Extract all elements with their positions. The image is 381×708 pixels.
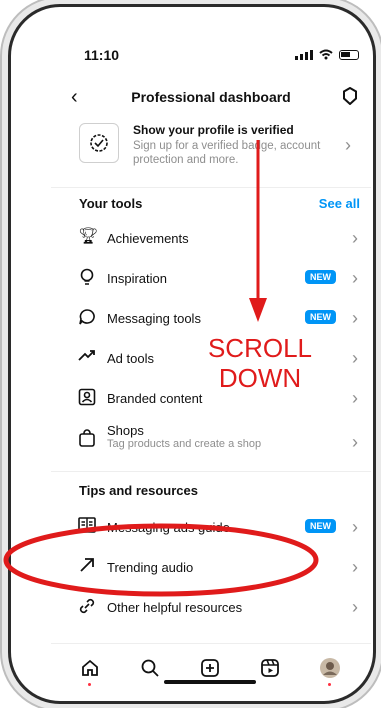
branded-content-icon — [78, 388, 96, 406]
link-icon — [78, 597, 96, 615]
row-label: Ad tools — [107, 351, 154, 366]
verify-subtitle: Sign up for a verified badge, account pr… — [133, 140, 321, 166]
tips-row-messaging-ads-guide[interactable]: Messaging ads guide NEW › — [51, 511, 371, 543]
row-label: Shops — [107, 423, 144, 438]
phone-frame: 11:10 ‹ Professional dashboard Show your… — [8, 4, 376, 704]
chevron-right-icon: › — [352, 268, 358, 288]
verify-profile-banner[interactable]: Show your profile is verified Sign up fo… — [51, 117, 371, 177]
row-label: Other helpful resources — [107, 600, 243, 615]
annotation-line2: DOWN — [218, 363, 302, 393]
chevron-right-icon: › — [352, 228, 358, 248]
gear-icon[interactable] — [341, 87, 359, 105]
chevron-right-icon: › — [352, 517, 358, 537]
status-bar: 11:10 — [51, 47, 371, 67]
tips-row-trending-audio[interactable]: Trending audio › — [51, 551, 371, 583]
home-indicator — [164, 680, 256, 684]
wifi-icon — [319, 49, 333, 60]
arrow-up-right-icon — [78, 557, 96, 575]
chevron-right-icon: › — [352, 597, 358, 617]
row-label: Achievements — [107, 231, 189, 246]
page-title: Professional dashboard — [131, 89, 291, 105]
new-badge: NEW — [305, 310, 336, 324]
search-icon[interactable] — [138, 656, 162, 680]
row-label: Trending audio — [107, 560, 194, 575]
chevron-right-icon: › — [352, 557, 358, 577]
trophy-icon: 🏆︎ — [78, 228, 99, 245]
tool-row-inspiration[interactable]: Inspiration NEW › — [51, 262, 371, 294]
chevron-right-icon: › — [352, 388, 358, 408]
chat-bubble-icon — [78, 308, 96, 326]
section-header-tips: Tips and resources — [79, 483, 198, 498]
status-icons — [295, 49, 359, 60]
tool-row-messaging-tools[interactable]: Messaging tools NEW › — [51, 302, 371, 334]
row-label: Messaging tools — [107, 311, 201, 326]
see-all-link[interactable]: See all — [319, 196, 360, 211]
reels-icon[interactable] — [258, 656, 282, 680]
header-bar: ‹ Professional dashboard — [51, 85, 371, 113]
scroll-down-annotation: SCROLL DOWN — [200, 333, 320, 393]
book-icon — [78, 517, 96, 535]
row-sublabel: Tag products and create a shop — [107, 438, 262, 450]
shopping-bag-icon — [78, 429, 96, 447]
section-header-tools: Your tools — [79, 196, 143, 211]
row-label: Inspiration — [107, 271, 167, 286]
new-badge: NEW — [305, 270, 336, 284]
bottom-tab-bar — [51, 643, 371, 693]
chevron-right-icon: › — [345, 135, 351, 155]
battery-icon — [339, 49, 359, 60]
tool-row-achievements[interactable]: 🏆︎ Achievements › — [51, 222, 371, 254]
annotation-line1: SCROLL — [207, 333, 313, 363]
row-label: Messaging ads guide — [107, 520, 230, 535]
verified-badge-icon — [79, 123, 119, 163]
profile-avatar[interactable] — [318, 656, 342, 686]
tips-row-other-resources[interactable]: Other helpful resources › — [51, 591, 371, 623]
new-badge: NEW — [305, 519, 336, 533]
row-label: Branded content — [107, 391, 203, 406]
signal-icon — [295, 49, 313, 60]
verify-title: Show your profile is verified — [133, 123, 294, 137]
lightbulb-icon — [78, 268, 96, 286]
divider — [51, 187, 371, 188]
home-icon[interactable] — [78, 656, 102, 686]
create-icon[interactable] — [198, 656, 222, 680]
chevron-right-icon: › — [352, 348, 358, 368]
divider — [51, 471, 371, 472]
chevron-right-icon: › — [352, 308, 358, 328]
tool-row-shops[interactable]: Shops Tag products and create a shop › — [51, 420, 371, 462]
status-time: 11:10 — [84, 47, 120, 63]
chevron-right-icon: › — [352, 432, 358, 452]
trend-arrow-icon — [78, 348, 96, 366]
